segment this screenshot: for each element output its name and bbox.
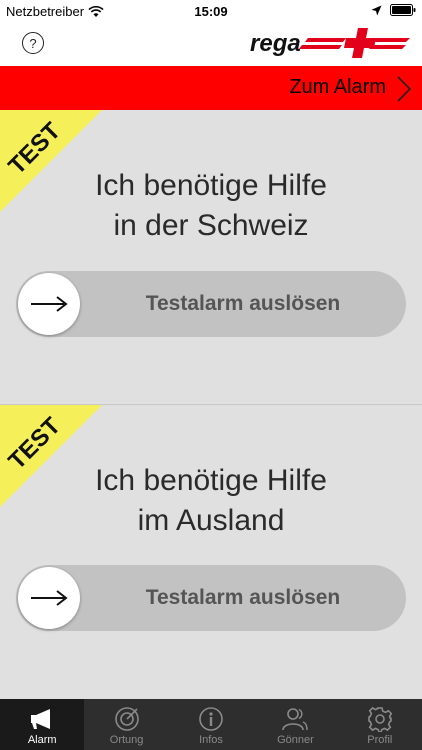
- slider-knob[interactable]: [18, 273, 80, 335]
- status-time: 15:09: [194, 4, 228, 19]
- info-icon: [197, 706, 225, 732]
- tab-goenner[interactable]: Gönner: [253, 699, 337, 750]
- panel-switzerland: TEST Ich benötige Hilfe in der Schweiz T…: [0, 110, 422, 404]
- logo-text: rega: [250, 30, 301, 57]
- panel-title: Ich benötige Hilfe in der Schweiz: [0, 166, 422, 246]
- tab-label: Alarm: [27, 734, 57, 746]
- megaphone-icon: [28, 706, 56, 732]
- tab-label: Gönner: [277, 734, 314, 746]
- status-bar: Netzbetreiber 15:09: [0, 0, 422, 22]
- panel-title: Ich benötige Hilfe im Ausland: [0, 461, 422, 541]
- alarm-link[interactable]: Zum Alarm: [289, 76, 386, 99]
- panel-title-line2: im Ausland: [137, 504, 285, 537]
- test-alarm-slider[interactable]: Testalarm auslösen: [16, 271, 406, 337]
- tab-alarm[interactable]: Alarm: [0, 699, 85, 750]
- app-header: ? rega: [0, 22, 422, 66]
- panel-title-line2: in der Schweiz: [113, 209, 309, 242]
- tab-label: Infos: [199, 734, 223, 746]
- test-alarm-slider[interactable]: Testalarm auslösen: [16, 565, 406, 631]
- tab-infos[interactable]: Infos: [169, 699, 253, 750]
- slider-knob[interactable]: [18, 567, 80, 629]
- alarm-bar[interactable]: Zum Alarm: [0, 66, 422, 110]
- slider-label: Testalarm auslösen: [145, 586, 341, 609]
- tab-bar: Alarm Ortung Infos Gönner Profil: [0, 699, 422, 750]
- tab-ortung[interactable]: Ortung: [84, 699, 168, 750]
- slider-label: Testalarm auslösen: [145, 292, 341, 315]
- battery-icon: [390, 4, 416, 16]
- gear-icon: [366, 706, 394, 732]
- tab-label: Ortung: [109, 734, 144, 746]
- panel-abroad: TEST Ich benötige Hilfe im Ausland Testa…: [0, 405, 422, 699]
- panel-title-line1: Ich benötige Hilfe: [95, 464, 327, 497]
- location-arrow-icon: [371, 5, 382, 15]
- target-icon: [113, 706, 141, 732]
- arrow-right-icon: [31, 590, 68, 606]
- help-button-label: ?: [29, 35, 37, 51]
- arrow-right-icon: [31, 296, 68, 312]
- logo-swoosh: [299, 28, 410, 58]
- chevron-right-icon: [397, 76, 412, 102]
- help-button[interactable]: ?: [22, 32, 44, 54]
- rega-logo: rega: [250, 28, 410, 58]
- tab-label: Profil: [367, 734, 393, 746]
- status-right: [371, 4, 416, 16]
- panel-title-line1: Ich benötige Hilfe: [95, 169, 327, 202]
- people-icon: [281, 706, 309, 732]
- tab-profil[interactable]: Profil: [338, 699, 422, 750]
